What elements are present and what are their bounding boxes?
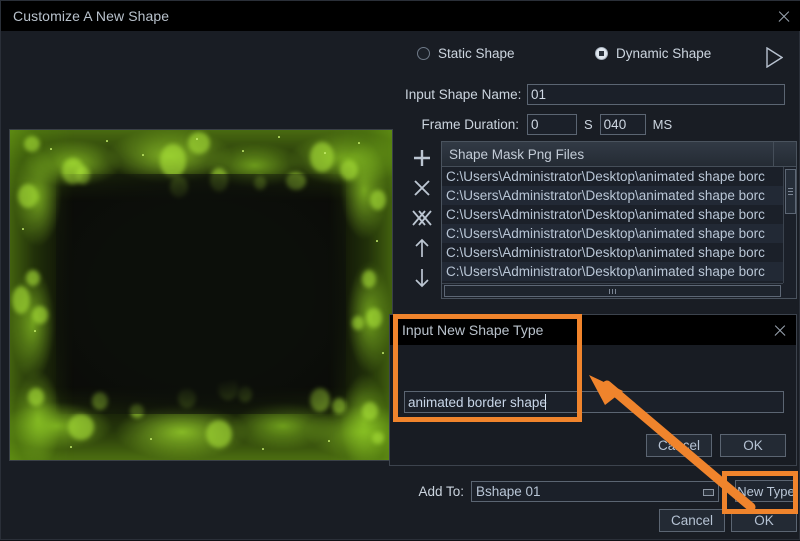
modal-titlebar: Input New Shape Type [390, 315, 796, 345]
radio-circle-selected-icon [595, 47, 608, 60]
list-toolbar [405, 141, 439, 299]
close-window-button[interactable] [771, 5, 795, 27]
milliseconds-unit-label: MS [652, 116, 673, 132]
close-icon [777, 10, 790, 23]
add-to-dropdown[interactable]: Bshape 01 [471, 480, 719, 502]
input-new-shape-type-dialog: Input New Shape Type Cancel OK [389, 314, 797, 466]
customize-shape-window: Customize A New Shape Static Shape Dynam… [0, 0, 800, 540]
modal-cancel-button[interactable]: Cancel [646, 434, 712, 457]
list-horizontal-scrollbar[interactable] [442, 283, 783, 298]
modal-ok-button[interactable]: OK [720, 434, 786, 457]
cancel-button[interactable]: Cancel [659, 509, 725, 532]
play-triangle-icon [766, 47, 783, 68]
list-header-row: Shape Mask Png Files [442, 142, 796, 167]
radio-circle-icon [417, 47, 430, 60]
move-up-icon[interactable] [407, 233, 437, 263]
close-icon [773, 324, 786, 337]
frame-duration-ms-input[interactable] [599, 113, 646, 135]
bokeh-border-graphic [10, 130, 392, 460]
radio-static-shape-label: Static Shape [438, 46, 515, 61]
move-down-icon[interactable] [407, 263, 437, 293]
window-title: Customize A New Shape [13, 8, 170, 24]
remove-file-icon[interactable] [407, 173, 437, 203]
frame-duration-row: Frame Duration: S MS [405, 113, 797, 135]
add-file-icon[interactable] [407, 143, 437, 173]
ok-button[interactable]: OK [731, 509, 797, 532]
shape-name-label: Input Shape Name: [405, 86, 522, 102]
dialog-footer: Cancel OK [405, 509, 797, 535]
frame-duration-label: Frame Duration: [421, 116, 519, 132]
radio-static-shape[interactable]: Static Shape [417, 46, 515, 61]
shape-preview [9, 129, 393, 461]
chevron-down-icon [703, 488, 714, 496]
table-row[interactable]: C:\Users\Administrator\Desktop\animated … [442, 262, 783, 281]
text-caret [545, 394, 546, 410]
window-titlebar: Customize A New Shape [1, 1, 800, 31]
png-file-listbox[interactable]: Shape Mask Png Files C:\Users\Administra… [441, 141, 797, 299]
radio-dynamic-shape[interactable]: Dynamic Shape [595, 46, 711, 61]
shape-name-input[interactable] [527, 83, 785, 105]
shape-name-row: Input Shape Name: [405, 83, 797, 105]
png-file-list-area: Shape Mask Png Files C:\Users\Administra… [405, 141, 797, 301]
list-header-spacer [773, 142, 796, 166]
table-row[interactable]: C:\Users\Administrator\Desktop\animated … [442, 243, 783, 262]
radio-dynamic-shape-label: Dynamic Shape [616, 46, 712, 61]
add-to-selected-value: Bshape 01 [476, 483, 541, 499]
new-type-button[interactable]: New Type [735, 480, 797, 502]
remove-all-files-icon[interactable] [407, 203, 437, 233]
list-header-shape-mask-png-files: Shape Mask Png Files [449, 146, 585, 162]
shape-type-radio-group: Static Shape Dynamic Shape [405, 43, 797, 71]
add-to-row: Add To: Bshape 01 New Type [405, 479, 797, 503]
list-vertical-scrollbar[interactable] [783, 167, 796, 283]
preview-play-button[interactable] [763, 46, 789, 70]
modal-title: Input New Shape Type [402, 322, 544, 338]
list-horizontal-scroll-thumb[interactable] [444, 285, 781, 297]
table-row[interactable]: C:\Users\Administrator\Desktop\animated … [442, 167, 783, 186]
list-vertical-scroll-thumb[interactable] [785, 169, 796, 214]
table-row[interactable]: C:\Users\Administrator\Desktop\animated … [442, 205, 783, 224]
list-rows-container: C:\Users\Administrator\Desktop\animated … [442, 167, 783, 283]
seconds-unit-label: S [584, 116, 593, 132]
frame-duration-seconds-input[interactable] [527, 113, 577, 135]
modal-close-button[interactable] [768, 320, 790, 340]
new-shape-type-input[interactable] [404, 391, 784, 413]
table-row[interactable]: C:\Users\Administrator\Desktop\animated … [442, 224, 783, 243]
table-row[interactable]: C:\Users\Administrator\Desktop\animated … [442, 186, 783, 205]
add-to-label: Add To: [418, 483, 464, 499]
